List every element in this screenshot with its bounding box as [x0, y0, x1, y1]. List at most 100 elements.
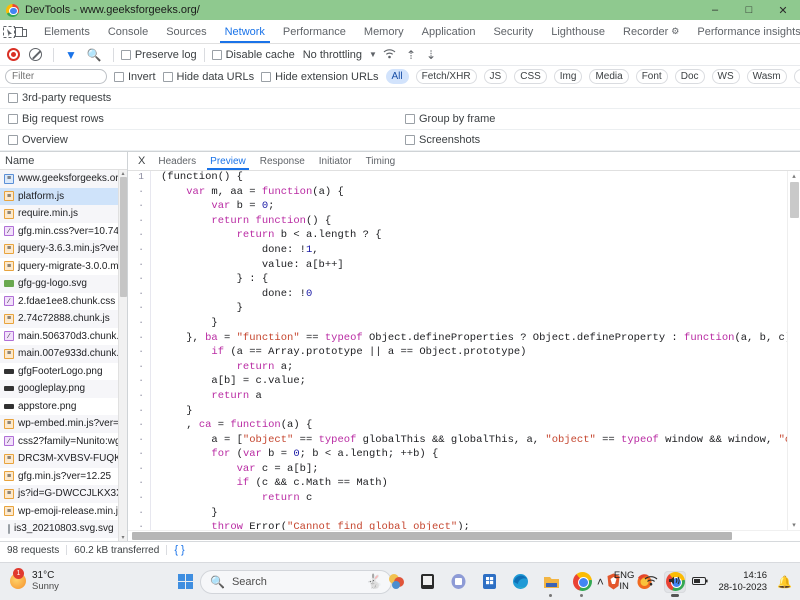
scrollbar-thumb[interactable]	[790, 182, 799, 218]
preserve-log-checkbox[interactable]: Preserve log	[121, 49, 197, 61]
minimize-button[interactable]: –	[698, 0, 732, 20]
tab-network[interactable]: Network	[216, 20, 274, 43]
type-filter-manifest[interactable]: Manifest	[794, 69, 800, 84]
tab-console[interactable]: Console	[99, 20, 157, 43]
app-icon-file-explorer[interactable]	[540, 571, 562, 593]
request-row[interactable]: ≡platform.js	[0, 188, 118, 206]
request-row[interactable]: ≡require.min.js	[0, 205, 118, 223]
chevron-up-icon[interactable]: ˄	[597, 575, 604, 589]
hide-extension-urls-checkbox[interactable]: Hide extension URLs	[261, 71, 378, 83]
app-icon-discord[interactable]	[447, 571, 469, 593]
hide-data-urls-checkbox[interactable]: Hide data URLs	[163, 71, 255, 83]
bell-icon[interactable]: 🔔	[777, 575, 792, 589]
scroll-up-arrow[interactable]: ▴	[792, 172, 796, 180]
disable-cache-checkbox[interactable]: Disable cache	[212, 49, 295, 61]
preview-code-viewer[interactable]: 1(function() {· var m, aa = function(a) …	[128, 171, 787, 530]
request-row[interactable]: ∕2.fdae1ee8.chunk.css	[0, 293, 118, 311]
export-har-icon[interactable]: ⇣	[422, 48, 440, 62]
request-row[interactable]: ∕gfg.min.css?ver=10.74	[0, 223, 118, 241]
tab-performance-insights[interactable]: Performance insights⚙	[688, 20, 800, 43]
request-row[interactable]: appstore.png	[0, 398, 118, 416]
type-filter-img[interactable]: Img	[554, 69, 583, 84]
scrollbar-thumb[interactable]	[120, 177, 127, 297]
app-icon-folder-dark[interactable]	[416, 571, 438, 593]
tab-initiator[interactable]: Initiator	[312, 152, 359, 170]
tab-memory[interactable]: Memory	[355, 20, 413, 43]
tab-elements[interactable]: Elements	[35, 20, 99, 43]
request-row[interactable]: ≡main.007e933d.chunk.js	[0, 345, 118, 363]
scrollbar-thumb[interactable]	[132, 532, 732, 540]
type-filter-ws[interactable]: WS	[712, 69, 740, 84]
type-filter-css[interactable]: CSS	[514, 69, 547, 84]
type-filter-media[interactable]: Media	[589, 69, 628, 84]
filter-icon[interactable]: ▼	[61, 48, 81, 62]
code-vertical-scrollbar[interactable]: ▴ ▾	[787, 171, 800, 530]
request-list-header[interactable]: Name	[0, 152, 127, 170]
weather-widget[interactable]: 1 31°C Sunny	[10, 570, 59, 592]
request-row[interactable]: gfg-gg-logo.svg	[0, 275, 118, 293]
request-row[interactable]: ≡wp-emoji-release.min.js?ver…	[0, 503, 118, 521]
chevron-down-icon[interactable]: ▼	[369, 50, 377, 59]
app-icon-edge[interactable]	[509, 571, 531, 593]
third-party-requests-checkbox[interactable]: 3rd-party requests	[8, 92, 111, 104]
scroll-down-arrow[interactable]: ▾	[792, 521, 796, 529]
overview-checkbox[interactable]: Overview	[8, 134, 68, 146]
invert-checkbox[interactable]: Invert	[114, 71, 156, 83]
device-toolbar-icon[interactable]	[15, 20, 27, 43]
clear-button[interactable]	[29, 48, 42, 61]
tab-lighthouse[interactable]: Lighthouse	[542, 20, 614, 43]
tab-sources[interactable]: Sources	[157, 20, 215, 43]
type-filter-js[interactable]: JS	[484, 69, 508, 84]
maximize-button[interactable]: □	[732, 0, 766, 20]
request-row[interactable]: ∕main.506370d3.chunk.css	[0, 328, 118, 346]
close-detail-button[interactable]: X	[132, 152, 151, 170]
request-row[interactable]: ≡www.geeksforgeeks.org	[0, 170, 118, 188]
import-har-icon[interactable]: ⇡	[402, 48, 420, 62]
type-filter-font[interactable]: Font	[636, 69, 668, 84]
filter-input[interactable]	[5, 69, 107, 84]
tab-recorder[interactable]: Recorder⚙	[614, 20, 688, 43]
tab-security[interactable]: Security	[484, 20, 542, 43]
tab-timing[interactable]: Timing	[359, 152, 403, 170]
app-icon-chrome[interactable]	[571, 571, 593, 593]
network-conditions-icon[interactable]	[379, 48, 400, 62]
type-filter-wasm[interactable]: Wasm	[747, 69, 787, 84]
request-row[interactable]: is3_20210803.svg.svg	[0, 520, 118, 538]
request-list-scrollbar[interactable]: ▴ ▾	[118, 170, 127, 541]
screenshots-checkbox[interactable]: Screenshots	[405, 134, 480, 146]
windows-start-icon[interactable]	[178, 574, 193, 589]
app-icon-paint[interactable]	[385, 571, 407, 593]
scroll-down-arrow[interactable]: ▾	[121, 534, 124, 541]
request-row[interactable]: ≡jquery-migrate-3.0.0.min.js?…	[0, 258, 118, 276]
taskbar-clock[interactable]: 14:16 28-10-2023	[718, 570, 767, 593]
tab-performance[interactable]: Performance	[274, 20, 355, 43]
tab-preview[interactable]: Preview	[203, 152, 253, 170]
language-indicator[interactable]: ENG IN	[614, 571, 635, 593]
request-list[interactable]: ≡www.geeksforgeeks.org≡platform.js≡requi…	[0, 170, 118, 541]
wifi-icon[interactable]	[644, 575, 658, 589]
request-row[interactable]: gfgFooterLogo.png	[0, 363, 118, 381]
tab-application[interactable]: Application	[413, 20, 485, 43]
type-filter-all[interactable]: All	[386, 69, 409, 84]
request-row[interactable]: ≡wp-embed.min.js?ver=4.9.8	[0, 415, 118, 433]
request-row[interactable]: ∕css2?family=Nunito:wght@…	[0, 433, 118, 451]
request-row[interactable]: ≡jquery-3.6.3.min.js?ver=3.6.3	[0, 240, 118, 258]
record-button[interactable]	[7, 48, 20, 61]
request-row[interactable]: ≡js?id=G-DWCCJLKX3X	[0, 485, 118, 503]
big-request-rows-checkbox[interactable]: Big request rows	[8, 113, 104, 125]
format-braces-icon[interactable]: { }	[174, 544, 184, 556]
inspect-element-icon[interactable]	[3, 20, 15, 43]
type-filter-fetch-xhr[interactable]: Fetch/XHR	[416, 69, 477, 84]
code-horizontal-scrollbar[interactable]	[128, 530, 800, 541]
tab-headers[interactable]: Headers	[151, 152, 203, 170]
search-icon[interactable]: 🔍	[83, 48, 106, 62]
battery-icon[interactable]	[692, 575, 708, 589]
request-row[interactable]: ≡gfg.min.js?ver=12.25	[0, 468, 118, 486]
throttling-select[interactable]: No throttling	[303, 49, 362, 61]
scroll-up-arrow[interactable]: ▴	[121, 170, 124, 177]
type-filter-doc[interactable]: Doc	[675, 69, 705, 84]
volume-icon[interactable]	[668, 575, 682, 589]
request-row[interactable]: ≡2.74c72888.chunk.js	[0, 310, 118, 328]
group-by-frame-checkbox[interactable]: Group by frame	[405, 113, 495, 125]
app-icon-microsoft-store[interactable]	[478, 571, 500, 593]
